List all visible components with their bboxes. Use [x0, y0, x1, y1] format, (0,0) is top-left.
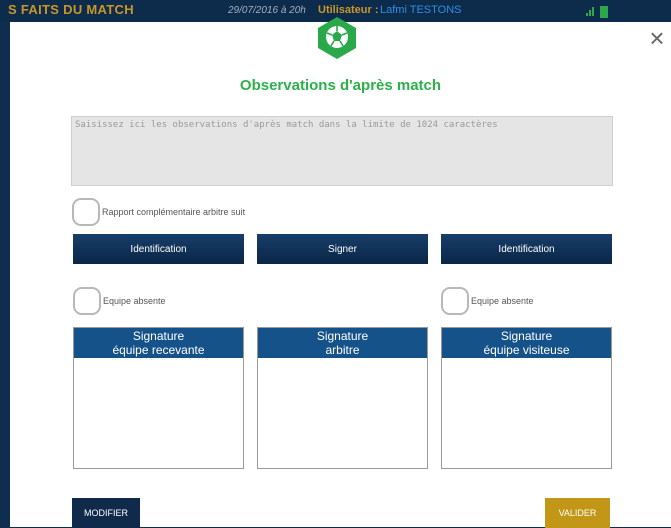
identification-away-button[interactable]: Identification	[441, 234, 612, 264]
signature-away-line1: Signature	[500, 329, 553, 343]
modal-title: Observations d'après match	[239, 77, 442, 94]
battery-icon	[600, 6, 608, 18]
signer-button[interactable]: Signer	[257, 234, 428, 264]
user-label: Utilisateur :	[318, 4, 379, 16]
absent-home-checkbox[interactable]	[73, 287, 101, 315]
signature-referee-pad[interactable]	[258, 358, 427, 468]
signature-referee-header: Signature arbitre	[258, 328, 427, 358]
signature-away-pad[interactable]	[442, 358, 611, 468]
valider-button[interactable]: VALIDER	[545, 498, 610, 528]
signature-home-header: Signature équipe recevante	[74, 328, 243, 358]
signature-away-line2: équipe visiteuse	[483, 343, 570, 357]
signature-away-header: Signature équipe visiteuse	[442, 328, 611, 358]
absent-home-row: Equipe absente	[73, 287, 166, 315]
signature-home-line1: Signature	[132, 329, 185, 343]
match-date: 29/07/2016 à 20h	[228, 5, 306, 16]
absent-home-label: Equipe absente	[103, 296, 166, 306]
signature-referee-line1: Signature	[316, 329, 369, 343]
signature-referee-box: Signature arbitre	[257, 327, 428, 469]
signature-referee-line2: arbitre	[325, 343, 360, 357]
rapport-checkbox-row: Rapport complémentaire arbitre suit	[72, 198, 245, 226]
user-name: Lafmi TESTONS	[380, 4, 462, 16]
signature-away-box: Signature équipe visiteuse	[441, 327, 612, 469]
app-title: S FAITS DU MATCH	[8, 2, 134, 17]
close-icon[interactable]: ×	[645, 25, 669, 51]
signal-icon	[586, 7, 596, 16]
signature-home-pad[interactable]	[74, 358, 243, 468]
observations-textarea[interactable]	[71, 116, 613, 186]
soccer-ball-icon	[316, 16, 358, 60]
signature-home-box: Signature équipe recevante	[73, 327, 244, 469]
rapport-checkbox-label: Rapport complémentaire arbitre suit	[102, 207, 246, 217]
absent-away-checkbox[interactable]	[441, 287, 469, 315]
absent-away-label: Equipe absente	[471, 296, 534, 306]
identification-home-button[interactable]: Identification	[73, 234, 244, 264]
modifier-button[interactable]: MODIFIER	[72, 498, 140, 528]
absent-away-row: Equipe absente	[441, 287, 534, 315]
signature-home-line2: équipe recevante	[112, 343, 205, 357]
rapport-checkbox[interactable]	[72, 198, 100, 226]
observations-modal: × Observations d'après match Rapport com…	[10, 17, 671, 528]
